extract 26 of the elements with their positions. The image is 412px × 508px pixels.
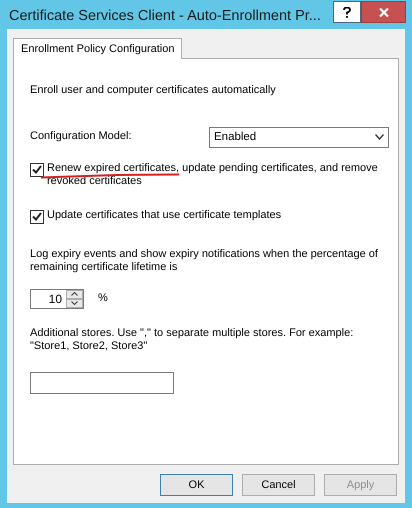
window-title: Certificate Services Client - Auto-Enrollment Pr... — [8, 7, 322, 24]
intro-text: Enroll user and computer certificates automatically — [30, 84, 277, 98]
close-icon — [378, 8, 388, 16]
close-button[interactable] — [361, 1, 406, 23]
dialog-button[interactable]: OK — [160, 474, 233, 496]
checkbox-label: Renew expired certificates, update pending certificates, and remove revoked certificates — [47, 162, 379, 188]
percentage-spinner[interactable]: 10 — [30, 288, 84, 308]
expiry-description: Log expiry events and show expiry notifications when the percentage of remaining certificate lifetime is — [30, 248, 379, 274]
caret-up-icon — [71, 292, 78, 296]
field-label: Configuration Model: — [30, 130, 132, 144]
checkbox[interactable] — [30, 162, 44, 176]
checkbox-label: Update certificates that use certificate templates — [47, 208, 282, 222]
stores-input-field[interactable] — [30, 372, 174, 394]
caret-down-icon — [71, 301, 78, 305]
tab[interactable]: Enrollment Policy Configuration — [13, 38, 182, 59]
stores-description: Additional stores. Use "," to separate multiple stores. For example: "Store1, Store2, Store3" — [30, 326, 354, 354]
checkbox[interactable] — [30, 210, 44, 224]
check-icon — [32, 165, 42, 174]
percent-unit: % — [98, 292, 108, 306]
question-mark-icon — [343, 6, 351, 18]
configuration-model-dropdown[interactable]: Enabled — [209, 126, 389, 148]
check-icon — [32, 212, 42, 221]
spin-up-button[interactable] — [66, 290, 83, 298]
dialog-button[interactable]: Cancel — [242, 474, 315, 496]
chevron-down-icon — [375, 134, 384, 140]
help-button[interactable] — [333, 1, 361, 23]
